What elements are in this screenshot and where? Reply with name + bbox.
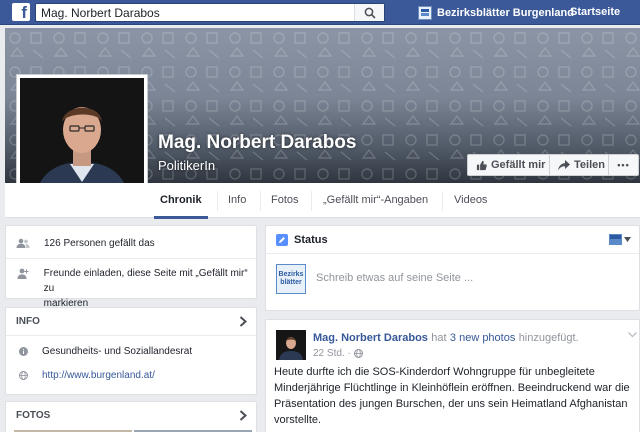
post-meta: 22 Std. · xyxy=(313,348,363,359)
chevron-down-icon[interactable] xyxy=(628,332,637,338)
invite-person-icon xyxy=(16,268,30,279)
tab-divider xyxy=(260,191,261,211)
post-author-avatar[interactable] xyxy=(276,330,306,360)
nav-page-link[interactable]: Bezirksblätter Burgenland xyxy=(418,4,574,21)
nav-home-link[interactable]: Startseite xyxy=(570,4,620,21)
post-photos-link[interactable]: 3 new photos xyxy=(450,332,515,344)
like-page-button[interactable]: Gefällt mir xyxy=(467,154,555,176)
share-label: Teilen xyxy=(574,159,605,171)
info-item: Gesundheits- und Soziallandesrat xyxy=(16,346,192,357)
search-input[interactable] xyxy=(36,4,352,21)
likes-card: 126 Personen gefällt das Freunde einlade… xyxy=(5,225,257,309)
post-header: Mag. Norbert Darabos hat 3 new photos hi… xyxy=(313,330,579,344)
share-arrow-icon xyxy=(558,159,570,170)
post-author-link[interactable]: Mag. Norbert Darabos xyxy=(313,332,428,344)
tab-divider xyxy=(311,191,312,211)
like-label: Gefällt mir xyxy=(491,159,546,171)
thumbs-up-icon xyxy=(476,160,487,170)
post-verb: hat xyxy=(431,332,447,344)
page-avatar-icon xyxy=(418,5,432,20)
invite-text: Freunde einladen, diese Seite mit „Gefäl… xyxy=(43,268,248,294)
divider xyxy=(6,258,256,259)
facebook-logo-icon[interactable]: f xyxy=(12,3,30,21)
composer-input[interactable]: Schreib etwas auf seine Seite ... xyxy=(316,272,473,284)
globe-icon xyxy=(16,371,30,380)
globe-icon xyxy=(353,349,363,358)
photos-card: FOTOS xyxy=(5,401,257,432)
chevron-right-icon xyxy=(239,410,247,421)
info-card: INFO Gesundheits- und Soziallandesrat ht… xyxy=(5,307,257,395)
search-box xyxy=(35,3,385,22)
info-description: Gesundheits- und Soziallandesrat xyxy=(42,346,193,357)
website-link[interactable]: http://www.burgenland.at/ xyxy=(42,370,155,381)
search-icon xyxy=(364,7,376,19)
post-body: Heute durfte ich die SOS-Kinderdorf Wohn… xyxy=(274,366,630,426)
tab-divider xyxy=(217,191,218,211)
search-button[interactable] xyxy=(354,4,384,21)
tab-info[interactable]: Info xyxy=(228,183,246,218)
people-icon xyxy=(16,238,30,248)
post-card: Mag. Norbert Darabos hat 3 new photos hi… xyxy=(265,319,640,432)
tab-divider xyxy=(442,191,443,211)
photos-header[interactable]: FOTOS xyxy=(6,402,256,430)
photos-title: FOTOS xyxy=(16,410,51,421)
page-title: Mag. Norbert Darabos xyxy=(158,132,357,153)
tab-fotos[interactable]: Fotos xyxy=(271,183,299,218)
pencil-icon xyxy=(276,234,288,246)
audience-selector[interactable] xyxy=(609,234,631,245)
composer-header: Status xyxy=(266,226,639,254)
likes-count-text: 126 Personen gefällt das xyxy=(44,238,155,249)
status-tab[interactable]: Status xyxy=(294,226,328,254)
status-composer: Status Bezirks blätter Schreib etwas auf… xyxy=(265,225,640,311)
composer-avatar: Bezirks blätter xyxy=(276,264,306,294)
more-options-button[interactable]: ••• xyxy=(608,154,639,176)
share-button[interactable]: Teilen xyxy=(549,154,614,176)
post-suffix: hinzugefügt. xyxy=(518,332,579,344)
info-item: http://www.burgenland.at/ xyxy=(16,370,155,381)
chevron-right-icon xyxy=(239,316,247,327)
info-header[interactable]: INFO xyxy=(6,308,256,336)
chevron-down-icon xyxy=(624,237,631,242)
tab-likes[interactable]: „Gefällt mir“-Angaben xyxy=(323,183,428,218)
tab-videos[interactable]: Videos xyxy=(454,183,487,218)
tab-chronik[interactable]: Chronik xyxy=(154,183,208,219)
info-circle-icon xyxy=(16,347,30,356)
invite-friends-row[interactable]: Freunde einladen, diese Seite mit „Gefäl… xyxy=(16,266,256,311)
likes-count-row[interactable]: 126 Personen gefällt das xyxy=(16,236,155,251)
page-tabs: Chronik Info Fotos „Gefällt mir“-Angaben… xyxy=(5,183,640,219)
nav-page-name: Bezirksblätter Burgenland xyxy=(437,6,574,19)
info-title: INFO xyxy=(16,316,40,327)
page-category: PolitikerIn xyxy=(158,158,216,173)
top-bar: f Bezirksblätter Burgenland Startseite xyxy=(0,0,640,25)
page-avatar-icon xyxy=(609,234,622,245)
post-timestamp[interactable]: 22 Std. · xyxy=(313,348,351,359)
more-dots-icon: ••• xyxy=(617,160,630,170)
